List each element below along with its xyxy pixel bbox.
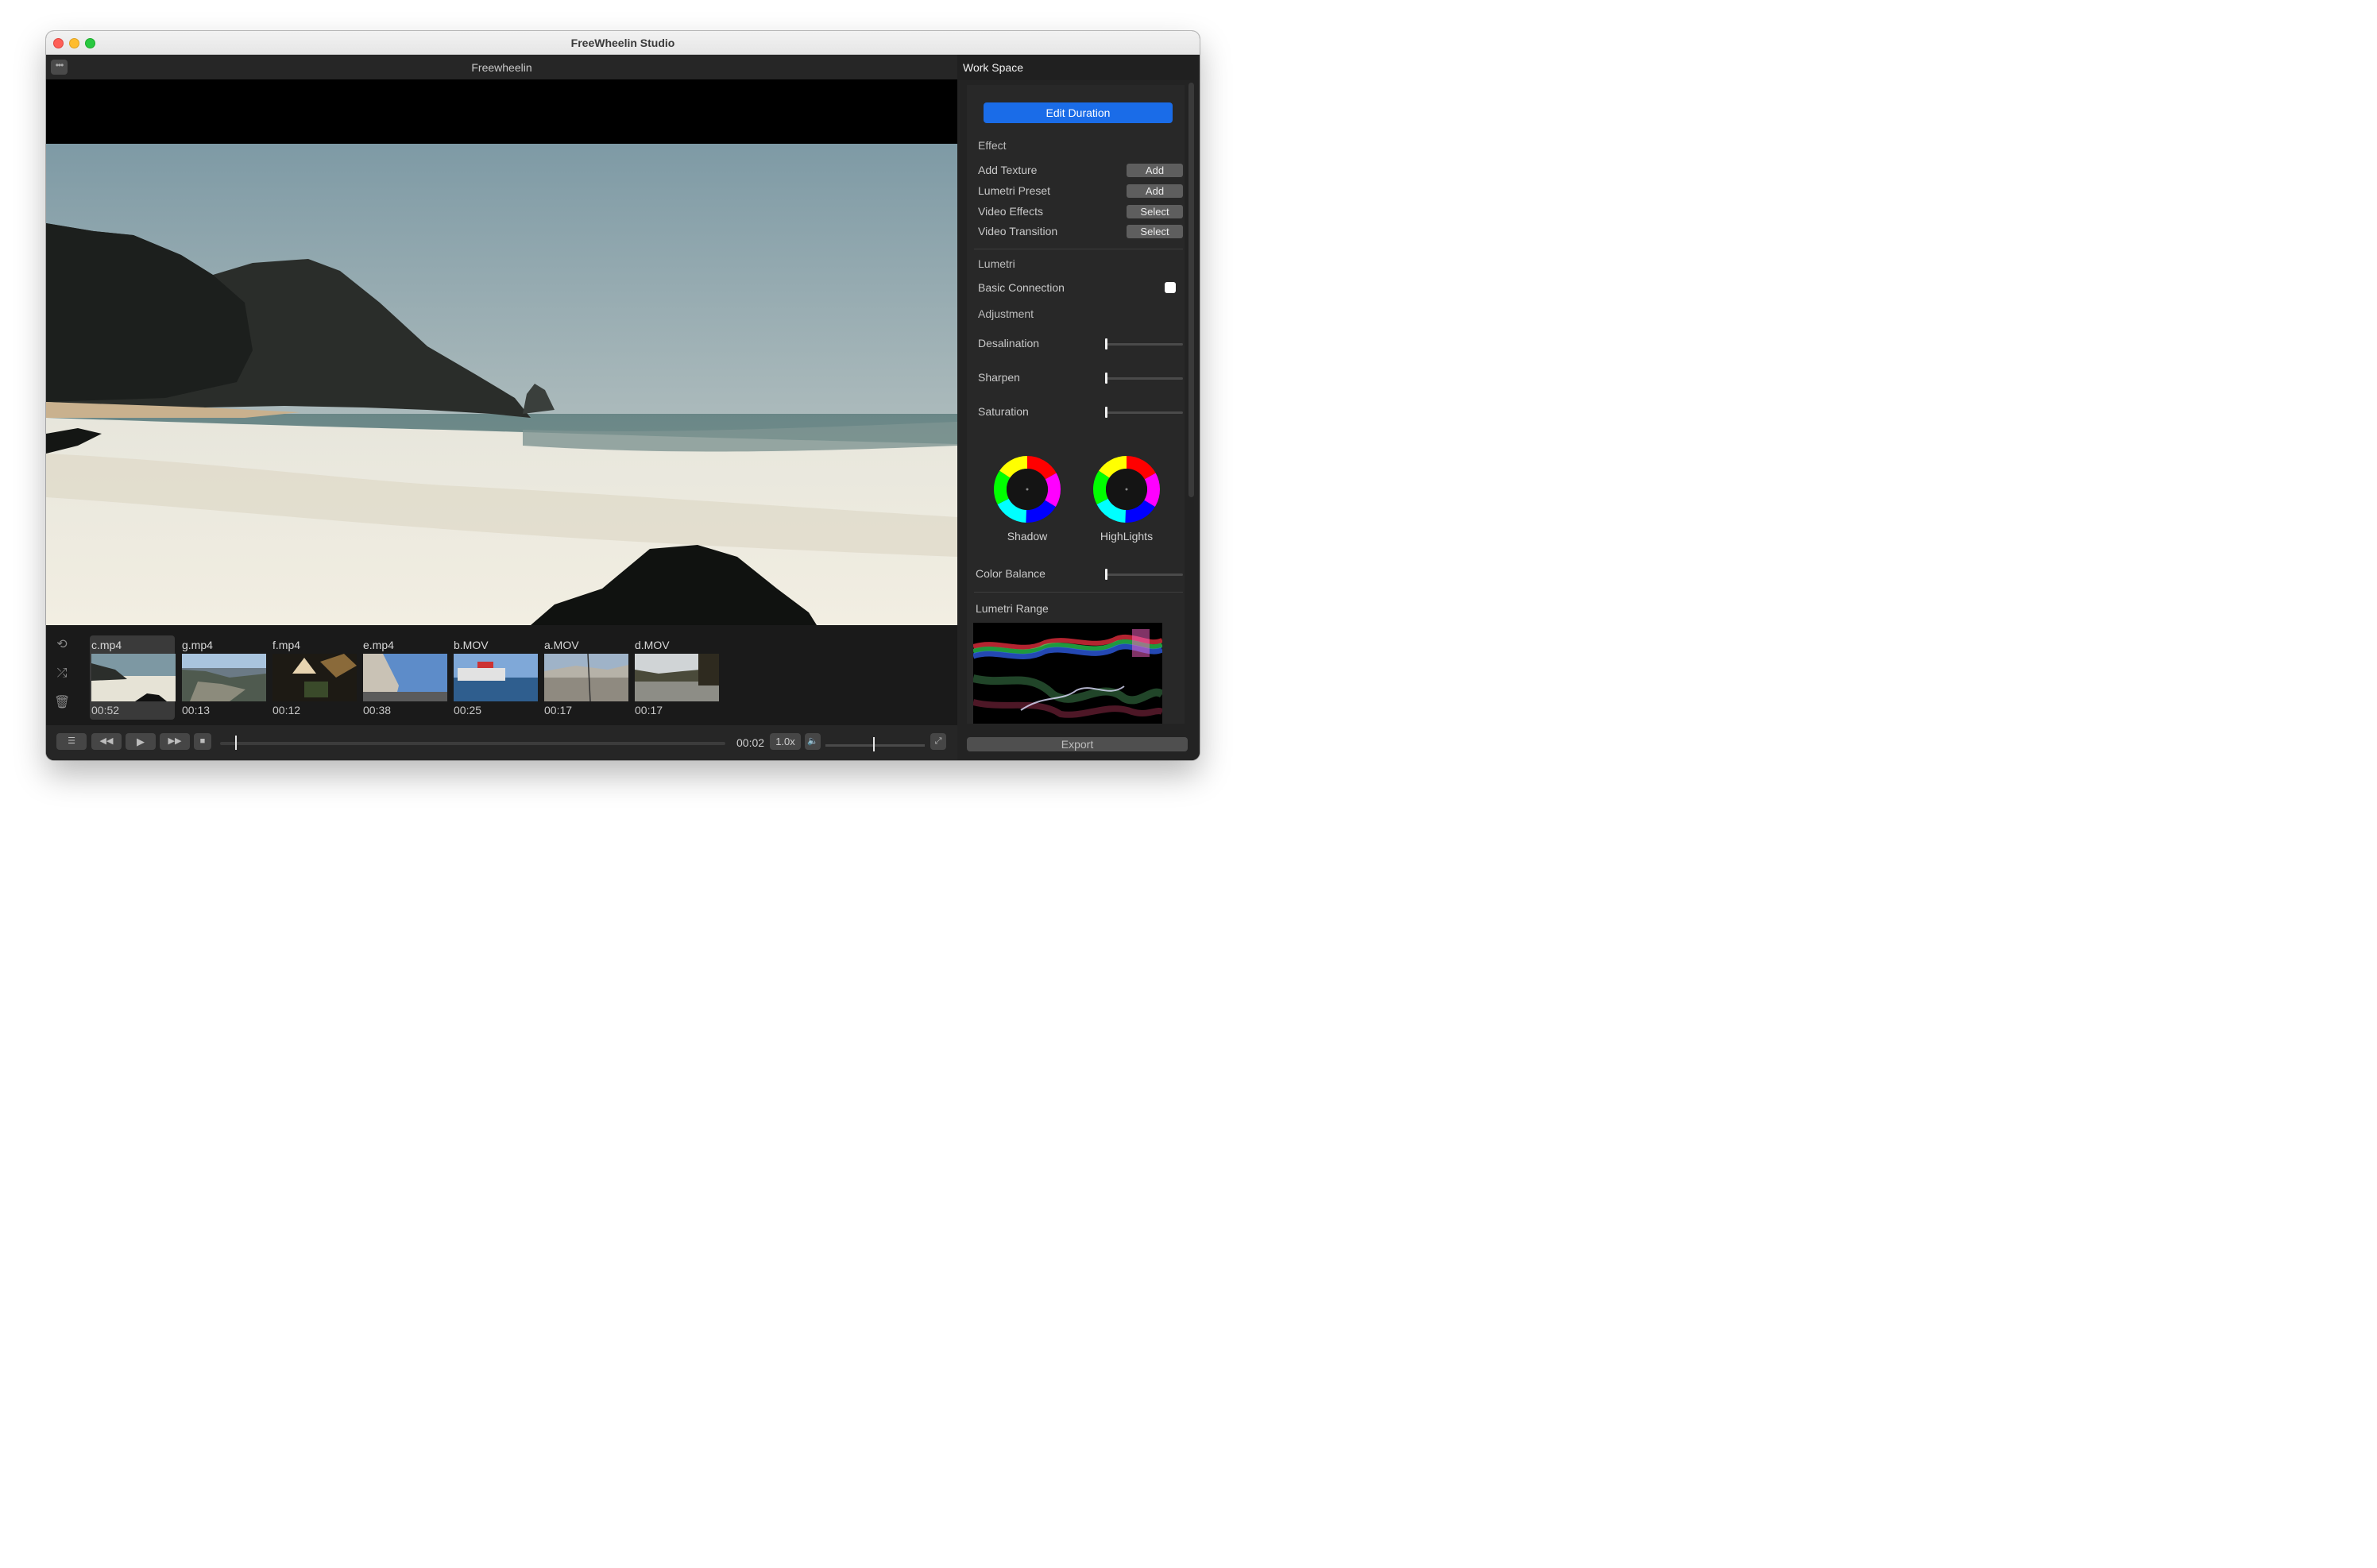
clip-thumbnail xyxy=(91,654,176,701)
clip-thumbnail xyxy=(182,654,266,701)
workspace-title: Work Space xyxy=(963,61,1023,74)
desalination-slider-handle[interactable] xyxy=(1105,338,1107,350)
desalination-label: Desalination xyxy=(978,337,1040,350)
shuffle-icon[interactable]: ⤮ xyxy=(54,666,70,682)
section-divider xyxy=(974,592,1183,593)
stop-button[interactable]: ■ xyxy=(194,733,211,750)
clip-duration: 00:12 xyxy=(272,704,301,716)
clip-name: f.mp4 xyxy=(272,639,301,651)
clip-tools: ⟲ ⤮ 🗑 xyxy=(46,625,78,725)
highlights-color-wheel[interactable] xyxy=(1093,456,1160,523)
list-icon: ☰ xyxy=(68,736,75,746)
clip-duration: 00:17 xyxy=(635,704,663,716)
shadow-label: Shadow xyxy=(1007,530,1048,543)
clip-item[interactable]: b.MOV 00:25 xyxy=(452,635,538,720)
app-window: FreeWheelin Studio ••• Freewheelin ⟲ ⤮ 🗑… xyxy=(46,31,1200,760)
clip-name: c.mp4 xyxy=(91,639,122,651)
video-transition-button[interactable]: Select xyxy=(1127,225,1183,238)
basic-connection-label: Basic Connection xyxy=(978,281,1065,294)
clip-duration: 00:13 xyxy=(182,704,211,716)
add-texture-button[interactable]: Add xyxy=(1127,164,1183,177)
clip-name: d.MOV xyxy=(635,639,670,651)
clip-thumbnail xyxy=(635,654,719,701)
clip-thumbnail xyxy=(272,654,357,701)
loop-icon[interactable]: ⟲ xyxy=(54,637,70,653)
sharpen-slider-handle[interactable] xyxy=(1105,373,1107,384)
workspace-scrollbar[interactable] xyxy=(1188,83,1194,497)
playlist-button[interactable]: ☰ xyxy=(56,733,87,750)
clip-duration: 00:25 xyxy=(454,704,482,716)
sharpen-slider[interactable] xyxy=(1106,377,1183,380)
current-time: 00:02 xyxy=(736,736,765,749)
stop-icon: ■ xyxy=(199,736,206,746)
volume-handle[interactable] xyxy=(873,737,875,751)
video-frame xyxy=(46,144,957,625)
color-balance-slider-handle[interactable] xyxy=(1105,569,1107,580)
fast-forward-button[interactable]: ▶▶ xyxy=(160,733,190,750)
workspace-panel: Work Space Edit Duration Effect Add Text… xyxy=(957,55,1200,760)
clip-item[interactable]: g.mp4 00:13 xyxy=(180,635,266,720)
clip-duration: 00:17 xyxy=(544,704,573,716)
rewind-button[interactable]: ◀◀ xyxy=(91,733,122,750)
sharpen-label: Sharpen xyxy=(978,371,1020,384)
highlights-label: HighLights xyxy=(1100,530,1154,543)
shadow-color-wheel[interactable] xyxy=(994,456,1061,523)
effect-heading: Effect xyxy=(978,139,1007,152)
clip-item[interactable]: c.mp4 00:52 xyxy=(90,635,176,720)
editor-pane: ••• Freewheelin ⟲ ⤮ 🗑 c.mp4 00:52 g.mp4 … xyxy=(46,55,957,760)
timeline-scrubber[interactable] xyxy=(220,742,725,745)
window-title: FreeWheelin Studio xyxy=(570,37,675,49)
lumetri-heading: Lumetri xyxy=(978,257,1015,270)
saturation-label: Saturation xyxy=(978,405,1029,418)
clip-library: ⟲ ⤮ 🗑 c.mp4 00:52 g.mp4 00:13 f.mp4 00:1… xyxy=(46,625,957,725)
lumetri-scope xyxy=(973,623,1162,724)
volume-slider[interactable] xyxy=(825,744,925,747)
video-effects-label: Video Effects xyxy=(978,205,1043,218)
playback-rate-button[interactable]: 1.0x xyxy=(770,733,801,750)
fast-forward-icon: ▶▶ xyxy=(168,736,182,746)
clip-duration: 00:52 xyxy=(91,704,120,716)
clip-item[interactable]: d.MOV 00:17 xyxy=(633,635,719,720)
project-title: Freewheelin xyxy=(471,61,532,74)
lumetri-preset-label: Lumetri Preset xyxy=(978,184,1051,197)
export-button[interactable]: Export xyxy=(967,737,1188,751)
scrubber-handle[interactable] xyxy=(235,736,238,750)
clip-name: a.MOV xyxy=(544,639,579,651)
edit-duration-button[interactable]: Edit Duration xyxy=(984,102,1173,123)
fullscreen-icon[interactable]: ⤢ xyxy=(930,733,946,750)
volume-icon[interactable]: 🔈 xyxy=(805,733,821,750)
clip-duration: 00:38 xyxy=(363,704,392,716)
basic-connection-checkbox[interactable] xyxy=(1165,282,1176,293)
lumetri-preset-button[interactable]: Add xyxy=(1127,184,1183,198)
clip-thumbnail xyxy=(454,654,538,701)
clip-name: e.mp4 xyxy=(363,639,394,651)
saturation-slider[interactable] xyxy=(1106,411,1183,414)
play-button[interactable]: ▶ xyxy=(126,733,156,750)
clip-name: g.mp4 xyxy=(182,639,213,651)
video-effects-button[interactable]: Select xyxy=(1127,205,1183,218)
workspace-body: Edit Duration Effect Add Texture Add Lum… xyxy=(967,85,1185,724)
color-balance-label: Color Balance xyxy=(976,567,1045,580)
clip-item[interactable]: e.mp4 00:38 xyxy=(361,635,447,720)
clip-item[interactable]: f.mp4 00:12 xyxy=(271,635,357,720)
workspace-header: Work Space xyxy=(957,55,1200,80)
lumetri-range-label: Lumetri Range xyxy=(976,602,1049,615)
title-bar: FreeWheelin Studio xyxy=(46,31,1200,55)
add-texture-label: Add Texture xyxy=(978,164,1038,176)
video-transition-label: Video Transition xyxy=(978,225,1058,238)
play-icon: ▶ xyxy=(137,736,145,747)
color-balance-slider[interactable] xyxy=(1106,574,1183,576)
clip-thumbnail xyxy=(363,654,447,701)
video-player[interactable] xyxy=(46,79,957,625)
clip-item[interactable]: a.MOV 00:17 xyxy=(543,635,628,720)
transport-bar: ☰ ◀◀ ▶ ▶▶ ■ 00:02 1.0x 🔈 ⤢ xyxy=(46,725,957,760)
adjustment-heading: Adjustment xyxy=(978,307,1034,320)
desalination-slider[interactable] xyxy=(1106,343,1183,346)
trash-icon[interactable]: 🗑 xyxy=(54,695,70,711)
saturation-slider-handle[interactable] xyxy=(1105,407,1107,418)
clip-name: b.MOV xyxy=(454,639,489,651)
rewind-icon: ◀◀ xyxy=(99,736,114,746)
editor-header: ••• Freewheelin xyxy=(46,55,957,79)
clip-thumbnail xyxy=(544,654,628,701)
